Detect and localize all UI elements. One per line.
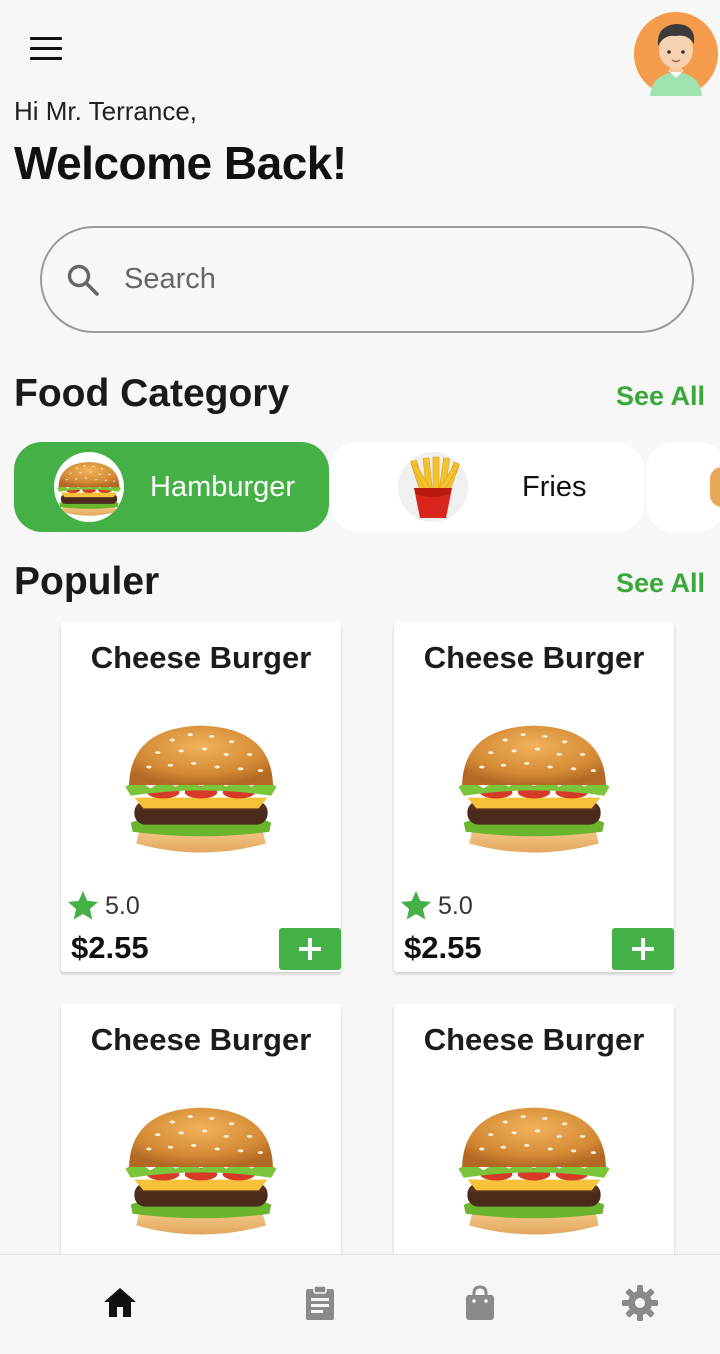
shopping-bag-icon[interactable] xyxy=(460,1283,500,1323)
bottom-navigation xyxy=(0,1254,720,1354)
welcome-title: Welcome Back! xyxy=(14,137,347,189)
add-to-cart-button[interactable] xyxy=(612,928,674,970)
star-icon xyxy=(68,891,98,920)
burger-image xyxy=(125,725,277,853)
product-price: $2.55 xyxy=(404,930,482,965)
hamburger-menu-icon[interactable] xyxy=(30,34,68,64)
search-icon xyxy=(67,264,99,296)
hamburger-image xyxy=(54,452,124,522)
home-icon[interactable] xyxy=(100,1283,140,1323)
rating-value: 5.0 xyxy=(438,891,473,920)
product-rating: 5.0 xyxy=(398,888,473,924)
product-card[interactable]: Cheese Burger 5.0 $2.55 xyxy=(394,622,674,972)
burger-image xyxy=(458,1107,610,1235)
product-name: Cheese Burger xyxy=(423,1022,645,1057)
category-partial-image xyxy=(710,467,720,507)
product-name: Cheese Burger xyxy=(423,640,645,675)
product-name: Cheese Burger xyxy=(90,1022,312,1057)
settings-gear-icon[interactable] xyxy=(620,1283,660,1323)
food-category-see-all-link[interactable]: See All xyxy=(616,381,705,412)
burger-image xyxy=(125,1107,277,1235)
category-label: Fries xyxy=(522,470,587,503)
rating-value: 5.0 xyxy=(105,891,140,920)
burger-image xyxy=(458,725,610,853)
popular-see-all-link[interactable]: See All xyxy=(616,568,705,599)
product-name: Cheese Burger xyxy=(90,640,312,675)
search-bar[interactable] xyxy=(40,226,694,333)
food-category-title: Food Category xyxy=(14,372,290,415)
star-icon xyxy=(401,891,431,920)
product-rating: 5.0 xyxy=(65,888,140,924)
category-chip-hamburger[interactable]: Hamburger xyxy=(14,442,329,532)
category-label: Hamburger xyxy=(150,470,296,503)
fries-image xyxy=(398,452,468,522)
product-price: $2.55 xyxy=(71,930,149,965)
add-to-cart-button[interactable] xyxy=(279,928,341,970)
product-card[interactable]: Cheese Burger 5.0 $2.55 xyxy=(61,622,341,972)
product-card[interactable]: Cheese Burger xyxy=(61,1004,341,1264)
greeting-text: Hi Mr. Terrance, xyxy=(14,96,198,126)
popular-title: Populer xyxy=(14,560,160,603)
category-chip-partial[interactable] xyxy=(646,442,720,532)
search-input[interactable] xyxy=(124,263,624,296)
clipboard-icon[interactable] xyxy=(300,1283,340,1323)
product-card[interactable]: Cheese Burger xyxy=(394,1004,674,1264)
category-chip-fries[interactable]: Fries xyxy=(330,442,644,532)
user-avatar[interactable] xyxy=(632,12,720,96)
